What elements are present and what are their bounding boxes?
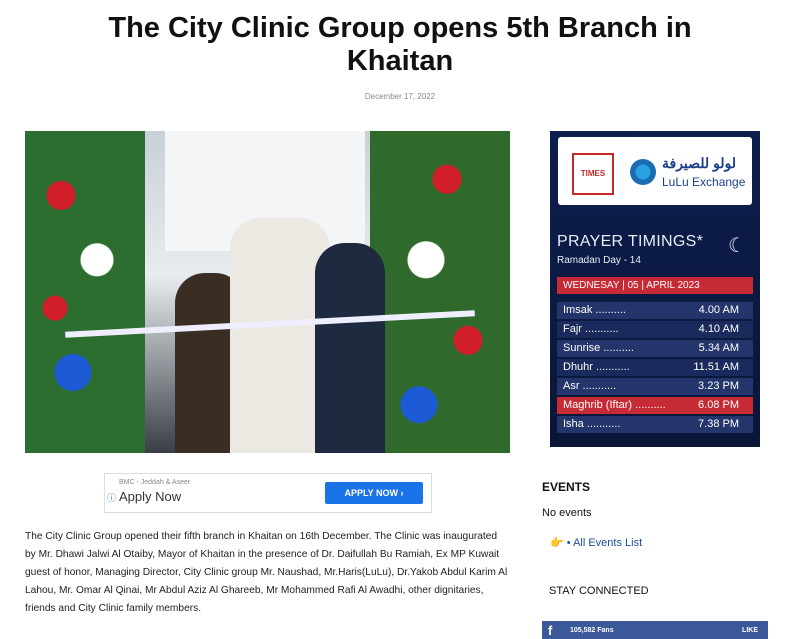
prayer-time: 5.34 AM [698,342,739,354]
crescent-moon-icon: ☾ [728,235,746,257]
prayer-row-highlight: Maghrib (Iftar) .......... 6.08 PM [557,397,753,414]
flower-arrangement-right [370,131,510,453]
photo-person [315,243,385,453]
fan-label: Fans [597,627,614,634]
prayer-time: 4.10 AM [698,323,739,335]
ad-banner[interactable]: ⓘ BMC - Jeddah & Aseer Apply Now APPLY N… [104,473,432,513]
prayer-name: Isha ........... [563,418,621,430]
events-heading: EVENTS [542,480,591,494]
prayer-row: Isha ........... 7.38 PM [557,416,753,433]
prayer-timings-banner[interactable]: TIMES لولو للصيرفة LuLu Exchange PRAYER … [550,131,760,447]
stay-connected-heading: STAY CONNECTED [549,585,649,597]
prayer-time: 3.23 PM [698,380,739,392]
flower-arrangement-left [25,131,145,453]
prayer-name: Fajr ........... [563,323,619,335]
prayer-name: Sunrise .......... [563,342,634,354]
prayer-subtitle: Ramadan Day - 14 [557,255,641,266]
prayer-row: Asr ........... 3.23 PM [557,378,753,395]
facebook-fan-count: 105,582 Fans [570,627,614,634]
prayer-name: Imsak .......... [563,304,626,316]
article-date: December 17, 2022 [364,92,436,101]
prayer-name: Dhuhr ........... [563,361,630,373]
ad-label[interactable]: Apply Now [119,489,181,504]
sponsor-logos: TIMES لولو للصيرفة LuLu Exchange [558,137,752,205]
event-photo [25,131,510,453]
prayer-name: Maghrib (Iftar) .......... [563,399,666,411]
facebook-icon: f [548,623,553,638]
article-title: The City Clinic Group opens 5th Branch i… [108,12,692,77]
ad-info-icon[interactable]: ⓘ [107,491,116,504]
lulu-logo-icon [630,159,656,185]
facebook-like-button[interactable]: LIKE [742,627,758,634]
no-events-text: No events [542,507,592,519]
lulu-english-name: LuLu Exchange [662,175,746,189]
pointing-hand-icon: 👉 [550,537,564,549]
prayer-row: Dhuhr ........... 11.51 AM [557,359,753,376]
article-body: The City Clinic Group opened their fifth… [25,531,508,614]
prayer-row: Sunrise .......... 5.34 AM [557,340,753,357]
prayer-time: 4.00 AM [698,304,739,316]
facebook-fans-bar[interactable]: f 105,582 Fans LIKE [542,621,768,639]
all-events-link[interactable]: 👉 • All Events List [550,536,642,549]
prayer-time: 6.08 PM [698,399,739,411]
prayer-title: PRAYER TIMINGS* [557,233,704,250]
ad-sponsor: BMC - Jeddah & Aseer [119,479,191,486]
prayer-time: 7.38 PM [698,418,739,430]
apply-now-button[interactable]: APPLY NOW › [325,482,423,504]
times-logo: TIMES [572,153,614,195]
all-events-label[interactable]: • All Events List [567,537,642,549]
prayer-name: Asr ........... [563,380,617,392]
prayer-date: WEDNESAY | 05 | APRIL 2023 [557,277,753,294]
lulu-arabic-name: لولو للصيرفة [662,155,737,171]
fan-count: 105,582 [570,627,596,634]
prayer-row: Fajr ........... 4.10 AM [557,321,753,338]
prayer-time: 11.51 AM [693,361,739,373]
prayer-row: Imsak .......... 4.00 AM [557,302,753,319]
